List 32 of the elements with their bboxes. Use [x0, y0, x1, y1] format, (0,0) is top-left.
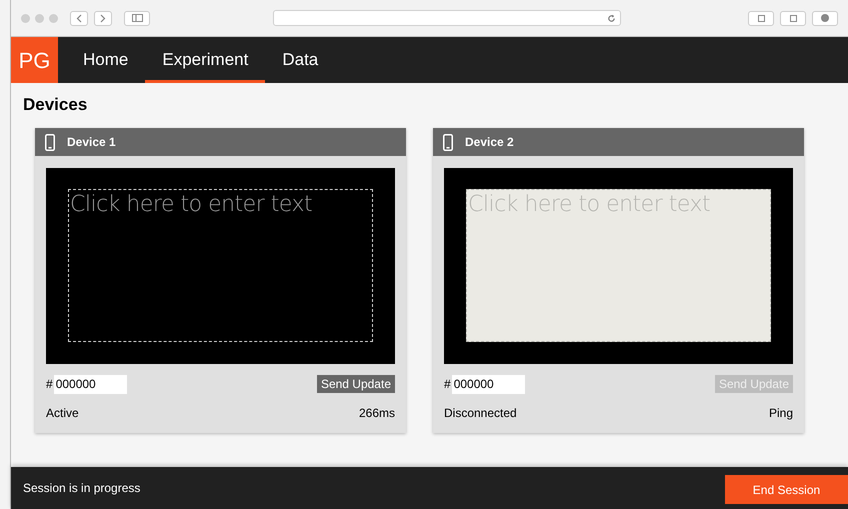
sidebar-icon — [132, 14, 142, 22]
page-heading: Devices — [23, 95, 88, 115]
ping-reading: Ping — [768, 405, 793, 422]
phone-icon — [443, 134, 453, 150]
share-button[interactable] — [748, 10, 774, 26]
device-name: Device 2 — [465, 134, 514, 151]
download-button[interactable] — [812, 10, 838, 26]
nav-tab[interactable]: Data — [265, 37, 336, 83]
device-status: Disconnected — [444, 405, 517, 422]
phone-icon — [45, 134, 55, 150]
color-field[interactable]: 000000 — [54, 374, 127, 394]
download-icon — [821, 14, 829, 22]
hash-label: # — [444, 376, 451, 393]
send-update-button[interactable]: Send Update — [316, 375, 395, 393]
text-area[interactable]: Click here to enter text — [68, 189, 373, 342]
nav-tab[interactable]: Home — [66, 37, 146, 83]
session-status: Session is in progress — [23, 480, 140, 497]
tabs-icon — [790, 14, 796, 22]
hash-label: # — [46, 376, 53, 393]
share-icon — [758, 14, 764, 22]
ping-reading: 266ms — [358, 405, 395, 422]
chevron-right-icon — [100, 14, 106, 22]
reload-icon[interactable] — [607, 14, 616, 22]
back-button[interactable] — [70, 10, 88, 26]
text-placeholder: Click here to enter text — [70, 192, 312, 217]
tabs-button[interactable] — [780, 10, 806, 26]
sidebar-button[interactable] — [124, 10, 150, 26]
device-status: Active — [46, 405, 79, 422]
chevron-left-icon — [76, 14, 82, 22]
nav-tab[interactable]: Experiment — [145, 37, 266, 83]
device-name: Device 1 — [67, 134, 116, 151]
forward-button[interactable] — [94, 10, 112, 26]
